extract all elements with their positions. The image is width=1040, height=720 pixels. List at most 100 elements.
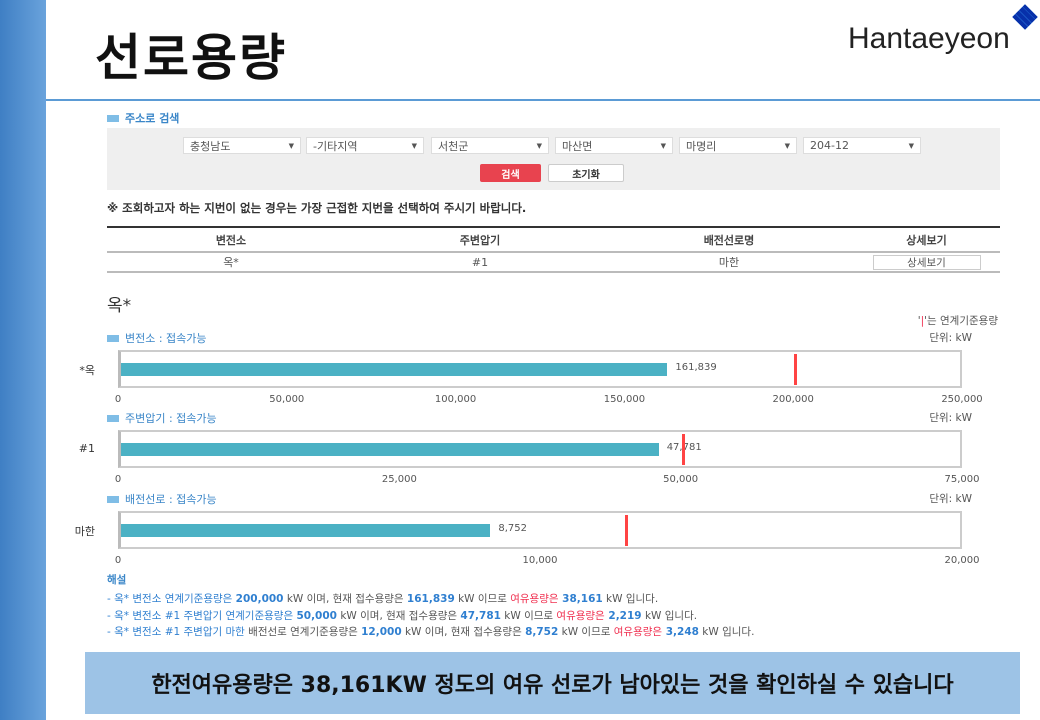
select-county[interactable]: 서천군 ▼ <box>431 137 549 154</box>
explanation-segment: kW 이므로 <box>454 593 511 605</box>
chart-plot-area: 8,752 <box>118 511 962 549</box>
chart-title-text: 변전소 : 접속가능 <box>125 332 207 345</box>
result-table: 변전소 주변압기 배전선로명 상세보기 옥* #1 마한 상세보기 <box>107 226 1000 273</box>
select-lot-number[interactable]: 204-12 ▼ <box>803 137 921 154</box>
header-feeder: 배전선로명 <box>703 233 755 247</box>
select-province[interactable]: 충청남도 ▼ <box>183 137 301 154</box>
explanation-segment: kW 입니다. <box>602 593 659 605</box>
explanation-segment: 12,000 <box>361 626 402 638</box>
x-tick-label: 0 <box>114 474 122 485</box>
x-tick-label: 0 <box>114 394 122 405</box>
explanation-segment: kW 입니다. <box>698 626 755 638</box>
explanation-segment: 3,248 <box>662 626 699 638</box>
select-value: 마산면 <box>562 139 593 153</box>
substation-title: 옥* <box>107 296 132 316</box>
cell-transformer: #1 <box>471 255 489 269</box>
x-tick-label: 20,000 <box>944 555 980 566</box>
x-tick-label: 75,000 <box>944 474 980 485</box>
detail-button[interactable]: 상세보기 <box>872 254 981 270</box>
x-tick-label: 0 <box>114 555 122 566</box>
caret-down-icon: ▼ <box>784 141 790 150</box>
explanation-segment: 8,752 <box>525 626 559 638</box>
chart-plot-area: 161,839 <box>118 350 962 388</box>
explanation-segment: 여유용량은 <box>556 609 605 622</box>
explanation-segment: kW 이며, 현재 접수용량은 <box>283 593 407 605</box>
explanation-segment: kW 이므로 <box>558 626 614 638</box>
x-tick-label: 250,000 <box>941 394 983 405</box>
caret-down-icon: ▼ <box>288 141 294 150</box>
header-detail: 상세보기 <box>906 233 947 247</box>
select-value: 204-12 <box>810 139 849 152</box>
chart-plot-area: 47,781 <box>118 430 962 468</box>
summary-banner: 한전여유용량은 38,161KW 정도의 여유 선로가 남아있는 것을 확인하실… <box>85 652 1020 714</box>
explanation-segment: - 옥* 변전소 #1 주변압기 <box>107 626 226 638</box>
explanation-segment: 161,839 <box>406 593 455 605</box>
caret-down-icon: ▼ <box>536 141 542 150</box>
caret-down-icon: ▼ <box>411 141 417 150</box>
category-label: 옥* <box>79 364 95 377</box>
explanation-segment: 47,781 <box>460 609 501 622</box>
square-bullet-icon <box>107 114 119 122</box>
header-divider <box>46 99 1040 101</box>
explanation-segment: - 옥* 변전소 #1 주변압기 연계기준용량은 <box>107 609 297 622</box>
page-title: 선로용량 <box>95 29 287 87</box>
table-row: 옥* #1 마한 상세보기 <box>107 253 1000 273</box>
explanation-segment: 마한 <box>225 626 245 638</box>
select-value: 마명리 <box>686 139 717 153</box>
chart-unit: 단위: kW <box>929 332 972 344</box>
explanation: 해설 - 옥* 변전소 연계기준용량은 200,000 kW 이며, 현재 접수… <box>107 572 754 641</box>
bar-value-label: 161,839 <box>675 362 717 373</box>
search-heading: 주소로 검색 <box>107 110 179 126</box>
explanation-segment: 200,000 <box>235 593 284 605</box>
explanation-segment: kW 입니다. <box>641 609 698 622</box>
x-tick-label: 100,000 <box>434 394 477 405</box>
chart-unit: 단위: kW <box>929 412 972 424</box>
explanation-segment: kW 이며, 현재 접수용량은 <box>401 626 526 638</box>
select-village[interactable]: 마명리 ▼ <box>679 137 797 154</box>
explanation-line: - 옥* 변전소 연계기준용량은 200,000 kW 이며, 현재 접수용량은… <box>107 591 754 608</box>
explanation-segment: 배전선로 연계기준용량은 <box>244 626 362 638</box>
category-label: #1 <box>78 442 95 455</box>
reference-capacity-marker <box>625 515 629 546</box>
select-value: -기타지역 <box>313 139 358 153</box>
search-button[interactable]: 검색 <box>480 164 541 182</box>
cell-substation: 옥* <box>223 256 239 269</box>
x-tick-label: 50,000 <box>663 474 699 485</box>
caret-down-icon: ▼ <box>908 141 914 150</box>
x-tick-label: 150,000 <box>603 394 646 405</box>
explanation-segment: 38,161 <box>558 593 603 605</box>
chart-title: 변전소 : 접속가능 <box>107 330 207 346</box>
x-tick-label: 10,000 <box>522 555 558 566</box>
reset-button[interactable]: 초기화 <box>548 164 624 182</box>
explanation-segment: kW 이므로 <box>500 609 557 622</box>
caret-down-icon: ▼ <box>660 141 666 150</box>
table-header-row: 변전소 주변압기 배전선로명 상세보기 <box>107 228 1000 253</box>
explanation-line: - 옥* 변전소 #1 주변압기 연계기준용량은 50,000 kW 이며, 현… <box>107 608 754 625</box>
reference-mark-icon: | <box>920 315 925 327</box>
header-substation: 변전소 <box>215 233 247 247</box>
chart-title-text: 주변압기 : 접속가능 <box>125 412 217 425</box>
category-label: 마한 <box>74 525 95 538</box>
search-note: ※ 조회하고자 하는 지번이 없는 경우는 가장 근접한 지번을 선택하여 주시… <box>107 201 527 215</box>
explanation-segment: 여유용량은 <box>510 593 559 605</box>
bar <box>121 363 668 376</box>
cell-feeder: 마한 <box>718 256 740 269</box>
explanation-segment: 여유용량은 <box>613 626 663 638</box>
select-value: 서천군 <box>438 139 469 153</box>
logo: Hantaeyeon <box>848 22 1010 55</box>
x-tick-label: 200,000 <box>772 394 814 405</box>
bar-value-label: 8,752 <box>498 523 527 534</box>
square-bullet-icon <box>107 334 119 342</box>
chart-title: 주변압기 : 접속가능 <box>107 410 217 426</box>
reference-capacity-marker <box>681 434 685 465</box>
chart-title-text: 배전선로 : 접속가능 <box>125 493 217 506</box>
select-city[interactable]: -기타지역 ▼ <box>306 137 424 154</box>
explanation-heading: 해설 <box>107 574 127 586</box>
explanation-segment: 50,000 <box>296 609 337 622</box>
header-transformer: 주변압기 <box>459 233 501 247</box>
select-town[interactable]: 마산면 ▼ <box>555 137 673 154</box>
reference-capacity-marker <box>794 354 798 385</box>
bar <box>121 524 491 537</box>
explanation-segment: 2,219 <box>604 609 642 622</box>
reference-legend: '|'는 연계기준용량 <box>917 315 998 327</box>
